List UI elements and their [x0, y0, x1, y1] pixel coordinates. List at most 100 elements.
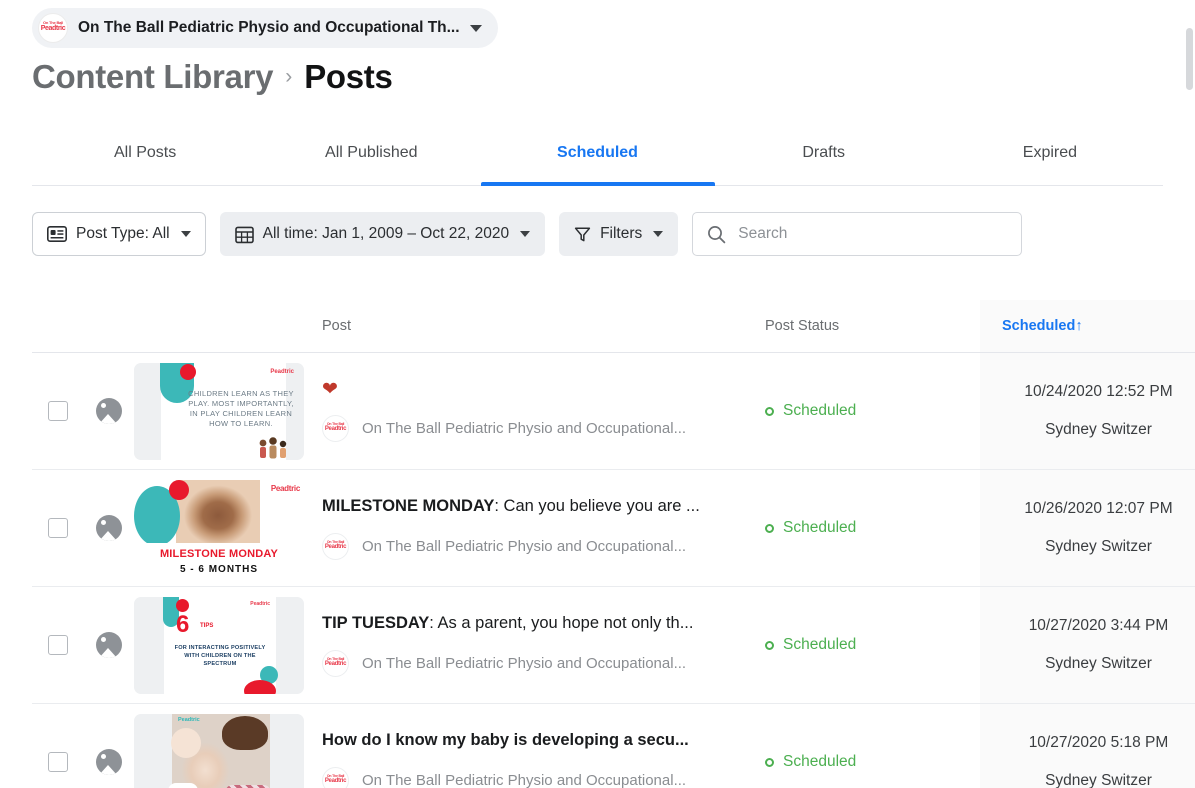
- status-badge: Scheduled: [765, 636, 856, 654]
- header-scheduled[interactable]: Scheduled↑: [980, 300, 1195, 352]
- avatar-logo-line3: [41, 32, 65, 36]
- row-status-cell: Scheduled: [765, 470, 980, 586]
- table-row[interactable]: Peadtric 6 TIPS FOR INTERACTING POSITIVE…: [32, 587, 1195, 704]
- post-thumbnail[interactable]: Peadtric MILESTONE MONDAY 5 - 6 MONTHS: [134, 479, 304, 577]
- page-scrollbar[interactable]: [1184, 0, 1195, 788]
- scheduled-date: 10/27/2020 3:44 PM: [1028, 617, 1169, 634]
- row-checkbox[interactable]: [48, 518, 68, 538]
- scrollbar-thumb[interactable]: [1186, 28, 1193, 90]
- search-input[interactable]: [738, 225, 1008, 243]
- post-page-line: On The Ball Peadtric On The Ball Pediatri…: [322, 766, 687, 788]
- chevron-down-icon: [520, 231, 531, 237]
- row-scheduled-cell: 10/27/2020 5:18 PM Sydney Switzer: [980, 704, 1195, 788]
- post-thumbnail[interactable]: Peadtric: [134, 713, 304, 788]
- header-post-status[interactable]: Post Status: [765, 318, 980, 334]
- status-label: Scheduled: [783, 402, 857, 419]
- post-page-name: On The Ball Pediatric Physio and Occupat…: [362, 420, 687, 437]
- post-page-line: On The Ball Peadtric On The Ball Pediatri…: [322, 532, 686, 560]
- scheduled-date: 10/26/2020 12:07 PM: [1024, 500, 1173, 517]
- status-label: Scheduled: [783, 519, 857, 536]
- table-row[interactable]: Peadtric How do I know my baby is develo…: [32, 704, 1195, 788]
- breadcrumb-parent[interactable]: Content Library: [32, 58, 273, 96]
- page-title: Posts: [304, 58, 393, 95]
- row-status-cell: Scheduled: [765, 587, 980, 703]
- post-headline[interactable]: How do I know my baby is developing a se…: [322, 730, 689, 751]
- tab-all-posts[interactable]: All Posts: [32, 136, 258, 185]
- tab-label: Expired: [1022, 144, 1078, 161]
- chevron-down-icon: [180, 231, 191, 237]
- status-dot-icon: [765, 640, 774, 650]
- row-post-cell: TIP TUESDAY: As a parent, you hope not o…: [322, 587, 765, 703]
- row-thumbnail-cell: Peadtric: [134, 704, 322, 788]
- page-avatar: On The Ball Peadtric: [322, 532, 349, 560]
- row-checkbox[interactable]: [48, 401, 68, 421]
- search-box[interactable]: [692, 212, 1023, 256]
- page-avatar: On The Ball Peadtric: [322, 415, 349, 442]
- header-scheduled-label: Scheduled: [1002, 318, 1076, 334]
- chevron-down-icon[interactable]: [469, 24, 482, 32]
- row-scheduled-cell: 10/24/2020 12:52 PM Sydney Switzer: [980, 353, 1195, 469]
- header-post[interactable]: Post: [322, 318, 765, 334]
- row-select-cell: [32, 587, 84, 703]
- tab-label: All Published: [325, 144, 418, 161]
- scheduled-user: Sydney Switzer: [1045, 538, 1152, 555]
- row-checkbox[interactable]: [48, 752, 68, 772]
- date-range-filter-button[interactable]: All time: Jan 1, 2009 – Oct 22, 2020: [219, 212, 546, 256]
- tab-scheduled[interactable]: Scheduled: [484, 136, 710, 185]
- thumb-logo: Peadtric: [270, 483, 300, 493]
- row-post-cell: MILESTONE MONDAY: Can you believe you ar…: [322, 470, 765, 586]
- scheduled-user: Sydney Switzer: [1045, 655, 1152, 672]
- filters-button[interactable]: Filters: [559, 212, 679, 256]
- row-thumbnail-cell: Peadtric MILESTONE MONDAY 5 - 6 MONTHS: [134, 470, 322, 586]
- post-card-icon: [47, 226, 67, 242]
- thumb-subtitle: 5 - 6 MONTHS: [179, 563, 259, 575]
- row-media-cell: [84, 353, 134, 469]
- photo-icon: [96, 749, 122, 775]
- post-headline[interactable]: MILESTONE MONDAY: Can you believe you ar…: [322, 496, 700, 517]
- tab-drafts[interactable]: Drafts: [711, 136, 937, 185]
- account-selector-chip[interactable]: On The Ball Peadtric On The Ball Pediatr…: [32, 8, 498, 48]
- filter-toolbar: Post Type: All All time: Jan 1, 2009 – O…: [32, 212, 1023, 256]
- tab-expired[interactable]: Expired: [937, 136, 1163, 185]
- post-headline-prefix: TIP TUESDAY: [322, 614, 430, 633]
- post-headline: ❤: [322, 379, 338, 400]
- post-page-line: On The Ball Peadtric On The Ball Pediatri…: [322, 649, 686, 677]
- thumb-quote: CHILDREN LEARN AS THEY PLAY. MOST IMPORT…: [188, 388, 294, 428]
- row-status-cell: Scheduled: [765, 353, 980, 469]
- posts-page: On The Ball Peadtric On The Ball Pediatr…: [0, 0, 1195, 788]
- row-select-cell: [32, 470, 84, 586]
- funnel-icon: [574, 226, 591, 243]
- post-headline-rest: How do I know my baby is developing a se…: [322, 731, 689, 750]
- sort-ascending-icon: ↑: [1075, 318, 1083, 334]
- post-type-filter-button[interactable]: Post Type: All: [32, 212, 206, 256]
- row-media-cell: [84, 704, 134, 788]
- row-select-cell: [32, 704, 84, 788]
- photo-icon: [96, 398, 122, 424]
- row-thumbnail-cell: Peadtric 6 TIPS FOR INTERACTING POSITIVE…: [134, 587, 322, 703]
- table-row[interactable]: Peadtric MILESTONE MONDAY 5 - 6 MONTHS M…: [32, 470, 1195, 587]
- post-thumbnail[interactable]: Peadtric CHILDREN LEARN AS THEY PLAY. MO…: [134, 362, 304, 460]
- tab-all-published[interactable]: All Published: [258, 136, 484, 185]
- tab-label: All Posts: [113, 144, 177, 161]
- avatar-logo-line2: Peadtric: [40, 25, 66, 32]
- filters-label: Filters: [600, 225, 643, 242]
- status-badge: Scheduled: [765, 402, 856, 420]
- post-thumbnail[interactable]: Peadtric 6 TIPS FOR INTERACTING POSITIVE…: [134, 596, 304, 694]
- status-badge: Scheduled: [765, 753, 856, 771]
- row-scheduled-cell: 10/27/2020 3:44 PM Sydney Switzer: [980, 587, 1195, 703]
- row-select-cell: [32, 353, 84, 469]
- status-badge: Scheduled: [765, 519, 856, 537]
- row-status-cell: Scheduled: [765, 704, 980, 788]
- thumb-logo: Peadtric: [250, 600, 270, 607]
- breadcrumb-separator-icon: ›: [285, 65, 293, 88]
- post-page-line: On The Ball Peadtric On The Ball Pediatri…: [322, 415, 686, 442]
- photo-icon: [96, 632, 122, 658]
- post-headline[interactable]: TIP TUESDAY: As a parent, you hope not o…: [322, 613, 693, 634]
- tab-label: Scheduled: [557, 144, 638, 161]
- table-row[interactable]: Peadtric CHILDREN LEARN AS THEY PLAY. MO…: [32, 353, 1195, 470]
- page-avatar: On The Ball Peadtric: [322, 649, 349, 677]
- row-scheduled-cell: 10/26/2020 12:07 PM Sydney Switzer: [980, 470, 1195, 586]
- row-checkbox[interactable]: [48, 635, 68, 655]
- posts-table: Post Post Status Scheduled↑ Peadtric CHI…: [32, 300, 1195, 788]
- post-page-name: On The Ball Pediatric Physio and Occupat…: [362, 771, 687, 788]
